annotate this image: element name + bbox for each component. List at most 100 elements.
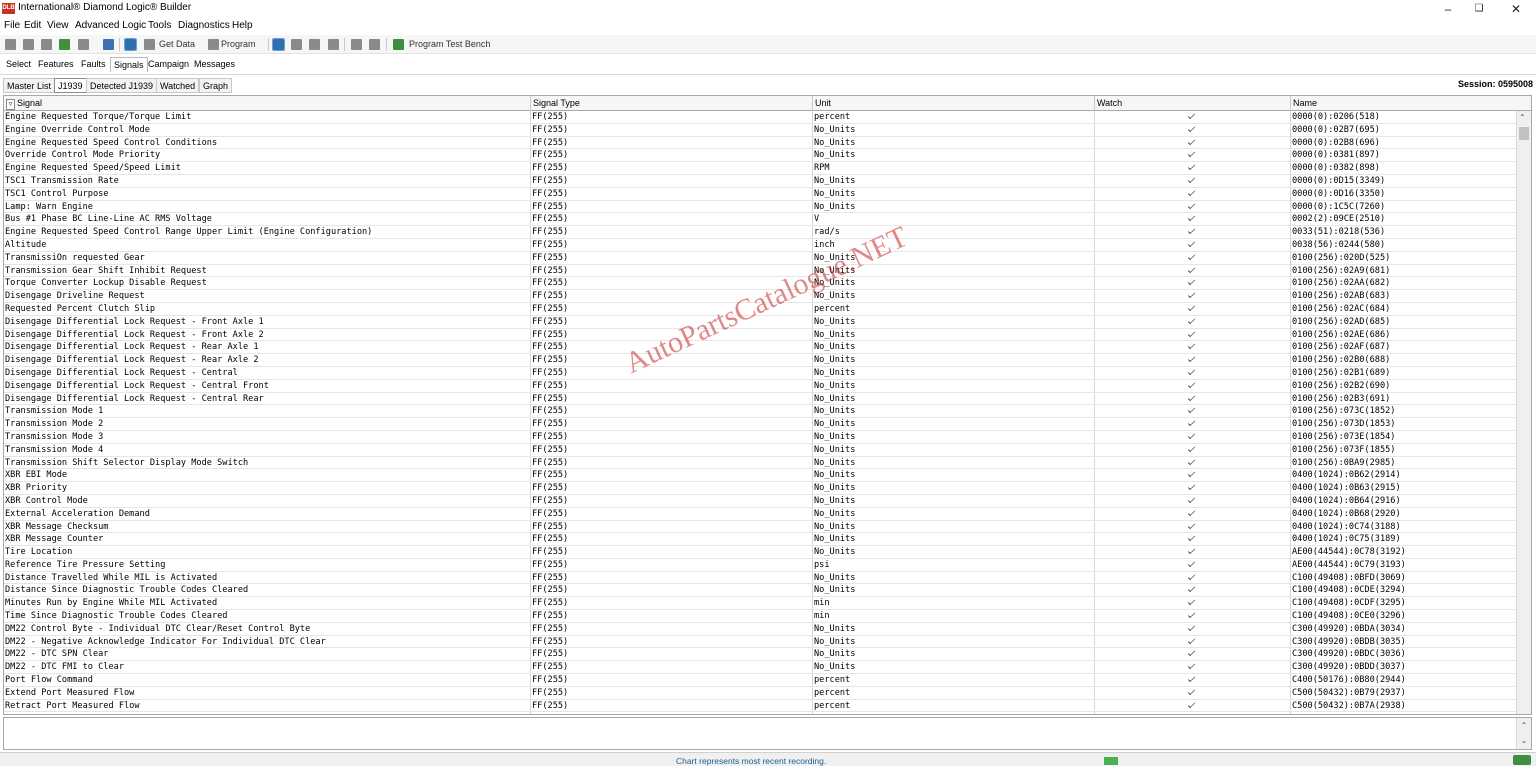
vertical-scrollbar[interactable]: ⌃ [1516, 111, 1531, 714]
cell-watch-dropdown[interactable] [1095, 521, 1290, 533]
tab-faults[interactable]: Faults [78, 57, 109, 72]
subtab-master-list[interactable]: Master List [3, 78, 56, 93]
chevron-down-icon[interactable] [1187, 278, 1196, 286]
cell-watch-dropdown[interactable] [1095, 175, 1290, 187]
pen-icon[interactable] [351, 39, 362, 50]
filter-icon[interactable]: ▿ [6, 99, 15, 110]
chat-icon[interactable] [369, 39, 380, 50]
test-bench-icon[interactable] [393, 39, 404, 50]
cell-watch-dropdown[interactable] [1095, 482, 1290, 494]
cell-watch-dropdown[interactable] [1095, 674, 1290, 686]
cell-watch-dropdown[interactable] [1095, 277, 1290, 289]
chevron-down-icon[interactable] [1187, 137, 1196, 145]
cell-watch-dropdown[interactable] [1095, 418, 1290, 430]
cell-watch-dropdown[interactable] [1095, 149, 1290, 161]
chevron-down-icon[interactable] [1187, 163, 1196, 171]
program-button[interactable]: Program [221, 39, 256, 49]
cell-watch-dropdown[interactable] [1095, 316, 1290, 328]
menu-view[interactable]: View [47, 20, 69, 31]
cell-watch-dropdown[interactable] [1095, 303, 1290, 315]
chevron-down-icon[interactable] [1187, 227, 1196, 235]
chevron-down-icon[interactable] [1187, 175, 1196, 184]
menu-diagnostics[interactable]: Diagnostics [178, 20, 230, 31]
cell-watch-dropdown[interactable] [1095, 393, 1290, 405]
chevron-down-icon[interactable] [1187, 303, 1196, 311]
chevron-down-icon[interactable] [1187, 547, 1196, 555]
table-row[interactable]: Requested Percent Clutch Slip FF(255) perc… [4, 303, 1517, 316]
table-row[interactable]: Engine Requested Speed Control Range Upp… [4, 226, 1517, 239]
chevron-down-icon[interactable] [1187, 188, 1196, 196]
cell-watch-dropdown[interactable] [1095, 700, 1290, 712]
cell-watch-dropdown[interactable] [1095, 290, 1290, 302]
chevron-down-icon[interactable] [1187, 662, 1196, 670]
table-row[interactable]: Reference Tire Pressure Setting FF(255) ps… [4, 559, 1517, 572]
chevron-down-icon[interactable] [1187, 444, 1196, 452]
chevron-down-icon[interactable] [1187, 508, 1196, 516]
table-row[interactable]: Transmission Mode 3 FF(255) No_Units 0100(2… [4, 431, 1517, 444]
table-row[interactable]: Transmission Shift Selector Display Mode… [4, 457, 1517, 470]
cell-watch-dropdown[interactable] [1095, 239, 1290, 251]
chevron-down-icon[interactable] [1187, 419, 1196, 427]
table-row[interactable]: Distance Since Diagnostic Trouble Codes … [4, 584, 1517, 598]
table-row[interactable]: Time Since Diagnostic Trouble Codes Clea… [4, 610, 1517, 623]
table-row[interactable]: Altitude FF(255) inch 0038(56):0244(580) [4, 239, 1517, 252]
open-file-icon[interactable] [23, 39, 34, 50]
chevron-down-icon[interactable] [1187, 367, 1196, 375]
chevron-down-icon[interactable] [1187, 457, 1196, 465]
cell-watch-dropdown[interactable] [1095, 636, 1290, 648]
chevron-down-icon[interactable] [1187, 636, 1196, 644]
tab-select[interactable]: Select [3, 57, 34, 72]
column-header-watch[interactable]: Watch [1095, 96, 1291, 111]
cell-watch-dropdown[interactable] [1095, 584, 1290, 596]
cell-watch-dropdown[interactable] [1095, 597, 1290, 609]
cell-watch-dropdown[interactable] [1095, 265, 1290, 277]
table-row[interactable]: XBR Message Counter FF(255) No_Units 0400(1… [4, 533, 1517, 547]
table-row[interactable]: Override Control Mode Priority FF(255) No_… [4, 149, 1517, 163]
cell-watch-dropdown[interactable] [1095, 367, 1290, 379]
table-row[interactable]: Engine Override Control Mode FF(255) No_Un… [4, 124, 1517, 137]
close-button[interactable]: ✕ [1499, 0, 1533, 18]
table-row[interactable]: Extend Port Measured Flow FF(255) percent C… [4, 687, 1517, 700]
chevron-down-icon[interactable] [1187, 342, 1196, 350]
table-row[interactable]: Disengage Differential Lock Request - Re… [4, 341, 1517, 355]
refresh-icon[interactable] [78, 39, 89, 50]
table-row[interactable]: DM22 - Negative Acknowledge Indicator Fo… [4, 636, 1517, 649]
scroll-down-icon[interactable]: ⌄ [1521, 736, 1528, 745]
cell-watch-dropdown[interactable] [1095, 546, 1290, 558]
table-row[interactable]: Disengage Differential Lock Request - Fr… [4, 329, 1517, 342]
table-row[interactable]: Transmission Gear Shift Inhibit Request F… [4, 265, 1517, 278]
cell-watch-dropdown[interactable] [1095, 431, 1290, 443]
chevron-down-icon[interactable] [1187, 495, 1196, 503]
chevron-down-icon[interactable] [1187, 380, 1196, 388]
cell-watch-dropdown[interactable] [1095, 495, 1290, 507]
get-data-button[interactable]: Get Data [159, 39, 195, 49]
chevron-down-icon[interactable] [1187, 150, 1196, 158]
table-row[interactable]: Bus #1 Phase BC Line-Line AC RMS Voltage… [4, 213, 1517, 227]
list-view-icon[interactable] [272, 38, 285, 51]
cell-watch-dropdown[interactable] [1095, 661, 1290, 673]
table-row[interactable]: Engine Requested Speed Control Condition… [4, 137, 1517, 150]
stop-icon[interactable] [291, 39, 302, 50]
chevron-down-icon[interactable] [1187, 291, 1196, 299]
table-row[interactable]: External Acceleration Demand FF(255) No_Un… [4, 508, 1517, 521]
chevron-down-icon[interactable] [1187, 623, 1196, 631]
table-row[interactable]: DM22 Control Byte - Individual DTC Clear… [4, 623, 1517, 636]
table-row[interactable]: Lamp: Warn Engine FF(255) No_Units 0000(0):… [4, 201, 1517, 214]
detail-scrollbar[interactable]: ⌃ ⌄ [1516, 718, 1531, 749]
chevron-down-icon[interactable] [1187, 355, 1196, 363]
tab-features[interactable]: Features [35, 57, 77, 72]
table-row[interactable]: DM22 - DTC SPN Clear FF(255) No_Units C300(… [4, 648, 1517, 662]
table-row[interactable]: Tire Location FF(255) No_Units AE00(44544):… [4, 546, 1517, 559]
chevron-down-icon[interactable] [1187, 700, 1196, 708]
program-test-bench-button[interactable]: Program Test Bench [409, 39, 490, 49]
cell-watch-dropdown[interactable] [1095, 341, 1290, 353]
table-row[interactable]: Disengage Differential Lock Request - Ce… [4, 380, 1517, 393]
tab-messages[interactable]: Messages [191, 57, 238, 72]
chevron-down-icon[interactable] [1187, 585, 1196, 593]
menu-file[interactable]: File [4, 20, 20, 31]
table-row[interactable]: XBR Control Mode FF(255) No_Units 0400(1024… [4, 495, 1517, 508]
cell-watch-dropdown[interactable] [1095, 572, 1290, 584]
new-file-icon[interactable] [5, 39, 16, 50]
chevron-down-icon[interactable] [1187, 124, 1196, 132]
chevron-down-icon[interactable] [1187, 265, 1196, 273]
